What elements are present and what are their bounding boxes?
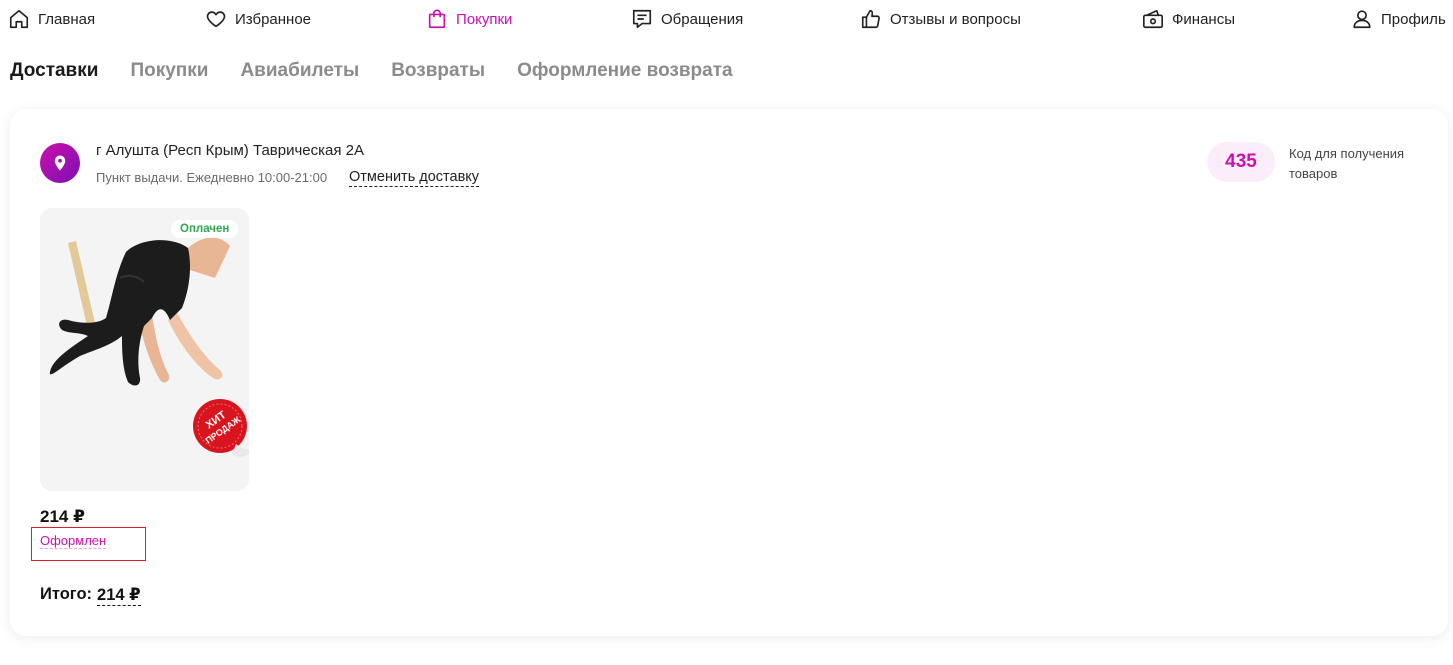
pickup-address: г Алушта (Респ Крым) Таврическая 2А (96, 142, 365, 159)
product-price: 214 ₽ (40, 507, 85, 526)
tab-deliveries[interactable]: Доставки (10, 60, 98, 82)
tab-air-tickets[interactable]: Авиабилеты (240, 60, 359, 82)
order-total: Итого: 214 ₽ (40, 585, 141, 606)
wallet-icon (1142, 8, 1164, 30)
user-icon (1351, 8, 1373, 30)
tab-return-request[interactable]: Оформление возврата (517, 60, 733, 82)
chat-icon (631, 8, 653, 30)
delivery-card: г Алушта (Респ Крым) Таврическая 2А Пунк… (10, 109, 1448, 636)
top-navigation: Главная Избранное Покупки Обращения Отзы… (0, 0, 1453, 44)
nav-profile[interactable]: Профиль (1351, 8, 1446, 30)
nav-profile-label: Профиль (1381, 10, 1446, 28)
nav-reviews-label: Отзывы и вопросы (890, 10, 1021, 28)
paid-status-badge: Оплачен (171, 220, 239, 238)
total-label: Итого: (40, 585, 93, 603)
pickup-code-badge: 435 (1207, 142, 1275, 182)
tab-returns[interactable]: Возвраты (391, 60, 485, 82)
heart-icon (205, 8, 227, 30)
nav-finance-label: Финансы (1172, 10, 1235, 28)
billiard-glove-image: ХИТ ПРОДАЖ (49, 237, 249, 457)
purchases-tabs: Доставки Покупки Авиабилеты Возвраты Офо… (10, 60, 733, 82)
nav-reviews[interactable]: Отзывы и вопросы (860, 8, 1021, 30)
nav-purchases-label: Покупки (456, 10, 513, 28)
home-icon (8, 8, 30, 30)
tab-purchases[interactable]: Покупки (130, 60, 208, 82)
order-status-link[interactable]: Оформлен (40, 533, 107, 549)
nav-home-label: Главная (38, 10, 96, 28)
shopping-bag-icon (426, 8, 448, 30)
total-value[interactable]: 214 ₽ (97, 585, 141, 606)
pickup-point-hours: Пункт выдачи. Ежедневно 10:00-21:00 (96, 170, 328, 185)
location-pin-icon (40, 143, 80, 183)
nav-favorites-label: Избранное (235, 10, 312, 28)
thumbs-up-icon (860, 8, 882, 30)
product-card-image[interactable]: ХИТ ПРОДАЖ Оплачен (40, 208, 249, 491)
nav-purchases[interactable]: Покупки (426, 8, 512, 30)
nav-home[interactable]: Главная (8, 8, 95, 30)
cancel-delivery-link[interactable]: Отменить доставку (349, 169, 480, 187)
pickup-code-label: Код для получения товаров (1289, 146, 1405, 181)
nav-finance[interactable]: Финансы (1142, 8, 1235, 30)
nav-favorites[interactable]: Избранное (205, 8, 311, 30)
nav-requests-label: Обращения (661, 10, 744, 28)
nav-requests[interactable]: Обращения (631, 8, 743, 30)
